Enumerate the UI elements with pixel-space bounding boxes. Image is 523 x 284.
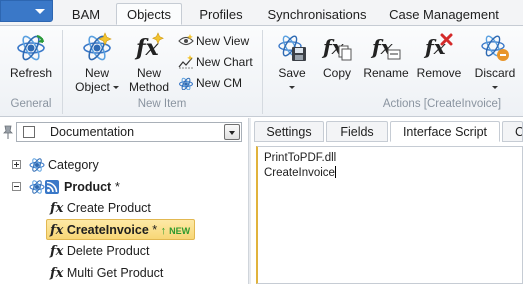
filter-combobox[interactable]: Documentation bbox=[16, 122, 242, 142]
tree-node-label: Create Product bbox=[66, 201, 151, 215]
object-icon bbox=[29, 158, 45, 172]
function-icon: fx bbox=[134, 32, 164, 61]
tab-interface-script[interactable]: Interface Script bbox=[390, 121, 500, 142]
function-icon: fx bbox=[50, 201, 64, 216]
modified-marker: * bbox=[115, 180, 120, 194]
tree-node-multi-get-product[interactable]: fx Multi Get Product bbox=[50, 263, 163, 283]
rename-icon: fx bbox=[370, 35, 401, 60]
tab-bam[interactable]: BAM bbox=[58, 5, 114, 26]
new-object-icon bbox=[83, 32, 112, 61]
copy-label: Copy bbox=[322, 66, 351, 80]
editor-line-current: CreateInvoice bbox=[264, 166, 336, 179]
script-editor[interactable]: PrintToPDF.dll CreateInvoice bbox=[256, 146, 523, 284]
tree-node-label: Delete Product bbox=[66, 244, 150, 258]
tree-node-label: Product bbox=[64, 180, 112, 194]
dropdown-arrow-icon bbox=[112, 86, 119, 89]
tab-settings[interactable]: Settings bbox=[254, 121, 324, 142]
copy-icon: fx bbox=[321, 35, 352, 61]
new-view-label: New View bbox=[196, 34, 250, 48]
new-object-label-line1: New bbox=[84, 66, 109, 80]
remove-button[interactable]: fx Remove bbox=[414, 32, 464, 80]
tree-node-label: Multi Get Product bbox=[66, 266, 164, 280]
refresh-label: Refresh bbox=[9, 66, 53, 80]
object-icon bbox=[29, 180, 45, 194]
tree-node-create-product[interactable]: fx Create Product bbox=[50, 198, 151, 218]
save-button[interactable]: Save bbox=[268, 32, 316, 94]
function-icon: fx bbox=[50, 223, 64, 238]
tab-overflow[interactable]: C bbox=[502, 121, 523, 142]
filter-checkbox[interactable] bbox=[23, 126, 35, 138]
discard-button[interactable]: Discard bbox=[470, 32, 520, 94]
new-method-label-line1: New bbox=[136, 66, 161, 80]
new-method-label-line2: Method bbox=[128, 80, 170, 94]
function-icon: fx bbox=[50, 266, 64, 281]
case-management-icon bbox=[179, 77, 193, 91]
dropdown-arrow-icon bbox=[492, 86, 498, 89]
chart-icon bbox=[178, 55, 193, 69]
filter-selected-value: Documentation bbox=[50, 125, 135, 139]
tab-profiles[interactable]: Profiles bbox=[188, 5, 254, 26]
panel-splitter[interactable] bbox=[248, 118, 251, 284]
separator bbox=[262, 30, 263, 114]
new-cm-label: New CM bbox=[196, 76, 243, 90]
chevron-down-icon[interactable] bbox=[224, 124, 240, 140]
text-cursor bbox=[334, 166, 336, 178]
view-icon bbox=[178, 34, 194, 46]
new-object-label-line2: Object bbox=[75, 80, 110, 94]
tree-node-delete-product[interactable]: fx Delete Product bbox=[50, 241, 150, 261]
group-label-new-item: New Item bbox=[137, 98, 187, 110]
rss-feed-icon bbox=[45, 180, 59, 194]
application-menu-button[interactable] bbox=[0, 0, 53, 22]
new-chart-button[interactable]: New Chart bbox=[178, 53, 253, 71]
new-view-button[interactable]: New View bbox=[178, 32, 249, 50]
discard-icon bbox=[481, 35, 509, 61]
remove-icon: fx bbox=[423, 33, 453, 59]
object-tree-panel: Documentation Category Product * fx Crea… bbox=[0, 118, 248, 284]
ribbon: Refresh General New Object fx New Method… bbox=[0, 26, 523, 117]
save-icon bbox=[278, 35, 306, 61]
new-object-button[interactable]: New Object bbox=[72, 32, 122, 94]
svg-text:fx: fx bbox=[423, 35, 447, 59]
chevron-down-icon bbox=[35, 9, 45, 14]
tab-fields[interactable]: Fields bbox=[326, 121, 388, 142]
editor-line-text: CreateInvoice bbox=[264, 167, 335, 179]
tab-objects[interactable]: Objects bbox=[116, 3, 182, 25]
detail-panel: Settings Fields Interface Script C Print… bbox=[252, 118, 523, 284]
copy-button[interactable]: fx Copy bbox=[316, 32, 358, 80]
expand-icon[interactable] bbox=[12, 160, 21, 169]
collapse-icon[interactable] bbox=[12, 182, 21, 191]
filter-row: Documentation bbox=[0, 121, 244, 143]
new-arrow-icon: ↑ bbox=[160, 225, 167, 237]
tree-node-label: Category bbox=[48, 158, 99, 172]
new-method-button[interactable]: fx New Method bbox=[124, 32, 174, 94]
refresh-button[interactable]: Refresh bbox=[6, 32, 56, 80]
remove-label: Remove bbox=[416, 66, 462, 80]
group-label-actions: Actions [CreateInvoice] bbox=[382, 98, 502, 110]
group-label-general: General bbox=[10, 98, 52, 110]
modified-marker: * bbox=[152, 223, 158, 237]
save-label: Save bbox=[278, 66, 306, 80]
tab-synchronisations[interactable]: Synchronisations bbox=[262, 5, 372, 26]
dropdown-arrow-icon bbox=[289, 86, 295, 89]
ribbon-tab-strip: BAM Objects Profiles Synchronisations Ca… bbox=[0, 0, 523, 26]
pin-icon[interactable] bbox=[3, 125, 13, 139]
tree-node-createinvoice[interactable]: fx CreateInvoice * ↑ NEW bbox=[46, 219, 196, 240]
rename-button[interactable]: fx Rename bbox=[362, 32, 410, 80]
new-badge: NEW bbox=[169, 226, 191, 236]
tab-case-management[interactable]: Case Management bbox=[384, 5, 504, 26]
function-icon: fx bbox=[50, 244, 64, 259]
refresh-icon bbox=[17, 34, 45, 61]
new-cm-button[interactable]: New CM bbox=[178, 74, 242, 92]
rename-label: Rename bbox=[363, 66, 409, 80]
discard-label: Discard bbox=[474, 66, 516, 80]
tree-node-label: CreateInvoice bbox=[66, 223, 149, 237]
separator bbox=[62, 30, 63, 114]
new-chart-label: New Chart bbox=[196, 55, 253, 69]
editor-line: PrintToPDF.dll bbox=[264, 152, 337, 164]
